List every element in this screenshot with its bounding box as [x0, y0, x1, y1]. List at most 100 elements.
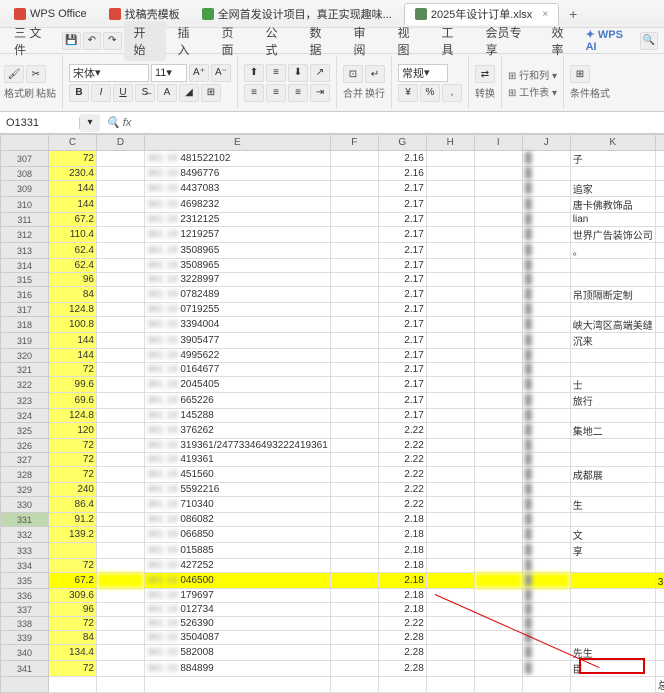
- row-header[interactable]: 317: [1, 303, 49, 317]
- cell[interactable]: █: [522, 197, 570, 213]
- cell[interactable]: [97, 181, 145, 197]
- font-size-select[interactable]: 11 ▾: [151, 64, 187, 82]
- save-icon[interactable]: 💾: [62, 32, 81, 50]
- cell[interactable]: [97, 243, 145, 259]
- menu-view[interactable]: 视图: [388, 21, 430, 61]
- cell[interactable]: 84: [49, 631, 97, 645]
- cell[interactable]: █: [522, 333, 570, 349]
- cell[interactable]: [570, 273, 655, 287]
- cell[interactable]: █: [522, 409, 570, 423]
- col-header-corner[interactable]: [1, 135, 49, 151]
- cell[interactable]: [655, 317, 664, 333]
- cell[interactable]: [426, 393, 474, 409]
- cell[interactable]: █: [522, 559, 570, 573]
- cell[interactable]: 361 19 2312125: [145, 213, 331, 227]
- table-row[interactable]: 320144361 19 49956222.17█96: [1, 349, 664, 363]
- cell[interactable]: [655, 227, 664, 243]
- row-header[interactable]: 334: [1, 559, 49, 573]
- cell[interactable]: [655, 483, 664, 497]
- cell[interactable]: [655, 333, 664, 349]
- table-row[interactable]: 总利润114529.44: [1, 677, 664, 693]
- table-row[interactable]: 33472361 19 4272522.18█48: [1, 559, 664, 573]
- table-row[interactable]: 33567.2361 19 0465002.18█3.03日给设44.8: [1, 573, 664, 589]
- cell[interactable]: 享: [570, 543, 655, 559]
- font-name-select[interactable]: 宋体 ▾: [69, 64, 149, 82]
- cell[interactable]: [655, 543, 664, 559]
- cell[interactable]: 361 19 015885: [145, 543, 331, 559]
- italic-icon[interactable]: I: [91, 84, 111, 102]
- cell[interactable]: [474, 333, 522, 349]
- new-tab-button[interactable]: +: [561, 6, 585, 22]
- cell[interactable]: [97, 483, 145, 497]
- cell[interactable]: 96: [49, 603, 97, 617]
- cell[interactable]: [330, 423, 378, 439]
- table-row[interactable]: 340134.4361 19 5820082.28█先生89.6: [1, 645, 664, 661]
- cell[interactable]: 72: [49, 453, 97, 467]
- dropdown-icon[interactable]: ▾: [80, 114, 100, 132]
- cell[interactable]: [474, 631, 522, 645]
- cell[interactable]: [474, 213, 522, 227]
- cell[interactable]: [426, 423, 474, 439]
- cell[interactable]: [655, 409, 664, 423]
- cell[interactable]: [474, 573, 522, 589]
- cell[interactable]: 361 19 582008: [145, 645, 331, 661]
- cell[interactable]: [570, 589, 655, 603]
- row-header[interactable]: 326: [1, 439, 49, 453]
- row-header[interactable]: 325: [1, 423, 49, 439]
- cell[interactable]: [330, 559, 378, 573]
- cell[interactable]: 84: [49, 287, 97, 303]
- cell[interactable]: 144: [49, 349, 97, 363]
- cell[interactable]: [330, 243, 378, 259]
- cell[interactable]: 吊顶隔断定制: [570, 287, 655, 303]
- cell[interactable]: [655, 167, 664, 181]
- cell[interactable]: 361 19 3504087: [145, 631, 331, 645]
- cell[interactable]: 2.28: [378, 661, 426, 677]
- cell[interactable]: [570, 439, 655, 453]
- cell[interactable]: 361 19 1219257: [145, 227, 331, 243]
- cell[interactable]: 361 19 4698232: [145, 197, 331, 213]
- format-brush-icon[interactable]: 🖌: [4, 65, 24, 83]
- cell[interactable]: [97, 513, 145, 527]
- row-header[interactable]: 335: [1, 573, 49, 589]
- row-header[interactable]: 315: [1, 273, 49, 287]
- row-header[interactable]: 321: [1, 363, 49, 377]
- currency-icon[interactable]: ¥: [398, 84, 418, 102]
- cell[interactable]: [330, 333, 378, 349]
- table-row[interactable]: 33796361 19 0127342.18█64: [1, 603, 664, 617]
- cell[interactable]: 361 19 526390: [145, 617, 331, 631]
- cell[interactable]: [97, 645, 145, 661]
- cell[interactable]: [474, 303, 522, 317]
- row-header[interactable]: 339: [1, 631, 49, 645]
- cell[interactable]: [474, 273, 522, 287]
- cell[interactable]: [426, 573, 474, 589]
- cell[interactable]: [97, 439, 145, 453]
- cell[interactable]: 文: [570, 527, 655, 543]
- cell[interactable]: [655, 213, 664, 227]
- cell[interactable]: [426, 273, 474, 287]
- cell[interactable]: 361 19 4995622: [145, 349, 331, 363]
- cell[interactable]: [426, 497, 474, 513]
- cell[interactable]: [97, 527, 145, 543]
- cell[interactable]: [330, 631, 378, 645]
- cell[interactable]: 先生: [570, 645, 655, 661]
- cell[interactable]: lian: [570, 213, 655, 227]
- cell[interactable]: 2.22: [378, 497, 426, 513]
- cond-format-icon[interactable]: ⊞: [570, 65, 590, 83]
- cell[interactable]: 生: [570, 497, 655, 513]
- worksheet-button[interactable]: ⊞ 工作表 ▾: [508, 84, 557, 99]
- cell[interactable]: █: [522, 243, 570, 259]
- cut-icon[interactable]: ✂: [26, 65, 46, 83]
- cell[interactable]: █: [522, 303, 570, 317]
- table-row[interactable]: 309144361 19 44370832.17█追家48: [1, 181, 664, 197]
- cell[interactable]: [330, 349, 378, 363]
- cell[interactable]: [655, 497, 664, 513]
- cell[interactable]: [330, 589, 378, 603]
- cell[interactable]: 361 19 3394004: [145, 317, 331, 333]
- table-row[interactable]: 33086.4361 19 7103402.22█生57.6: [1, 497, 664, 513]
- cell[interactable]: █: [522, 317, 570, 333]
- cell[interactable]: 361 19 3228997: [145, 273, 331, 287]
- cell[interactable]: 臣: [570, 661, 655, 677]
- cell[interactable]: [474, 645, 522, 661]
- table-row[interactable]: 31167.2361 19 23121252.17█lian44.8: [1, 213, 664, 227]
- cell[interactable]: [330, 543, 378, 559]
